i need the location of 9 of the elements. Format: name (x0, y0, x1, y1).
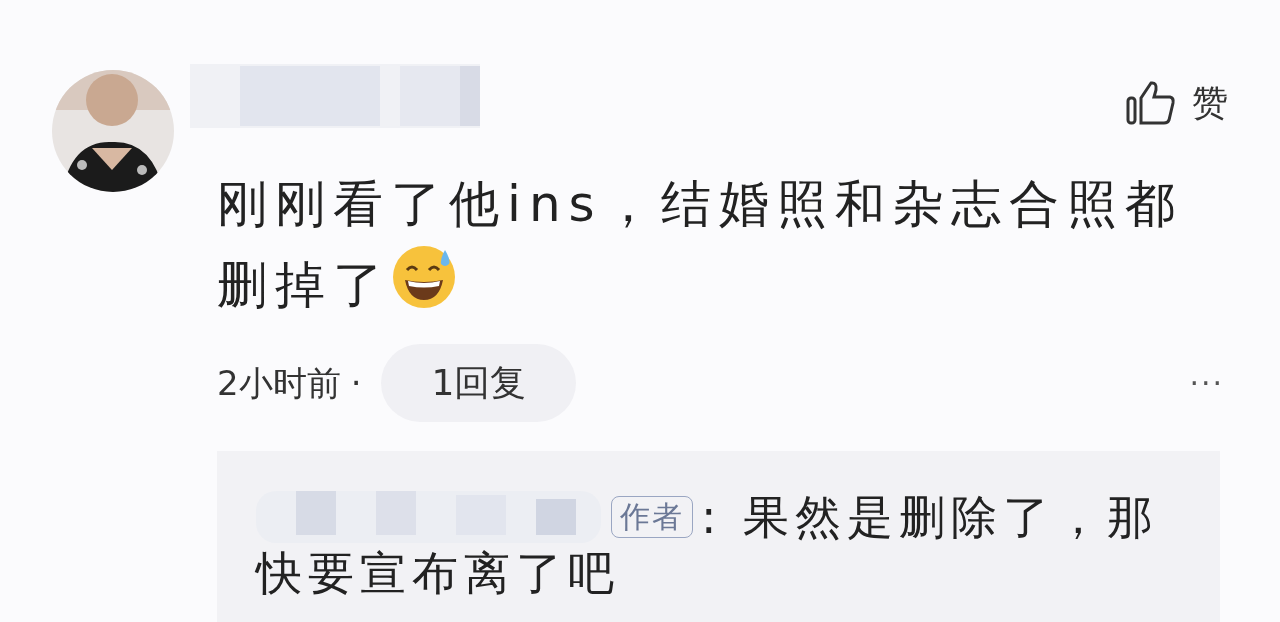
thumbs-up-icon[interactable] (1126, 80, 1176, 126)
timestamp: 2小时前 (217, 361, 341, 405)
like-label[interactable]: 赞 (1192, 76, 1228, 130)
replies-button[interactable]: 1回复 (381, 344, 577, 422)
separator-dot: · (350, 361, 362, 405)
comment-text: 刚刚看了他ins，结婚照和杂志合照都删掉了 (217, 174, 1184, 316)
more-button[interactable]: ··· (1189, 360, 1224, 406)
reply-text: 作者 : 果然是删除了，那快要宣布离了吧 (256, 489, 1161, 601)
sweat-smile-emoji-icon (391, 244, 457, 310)
